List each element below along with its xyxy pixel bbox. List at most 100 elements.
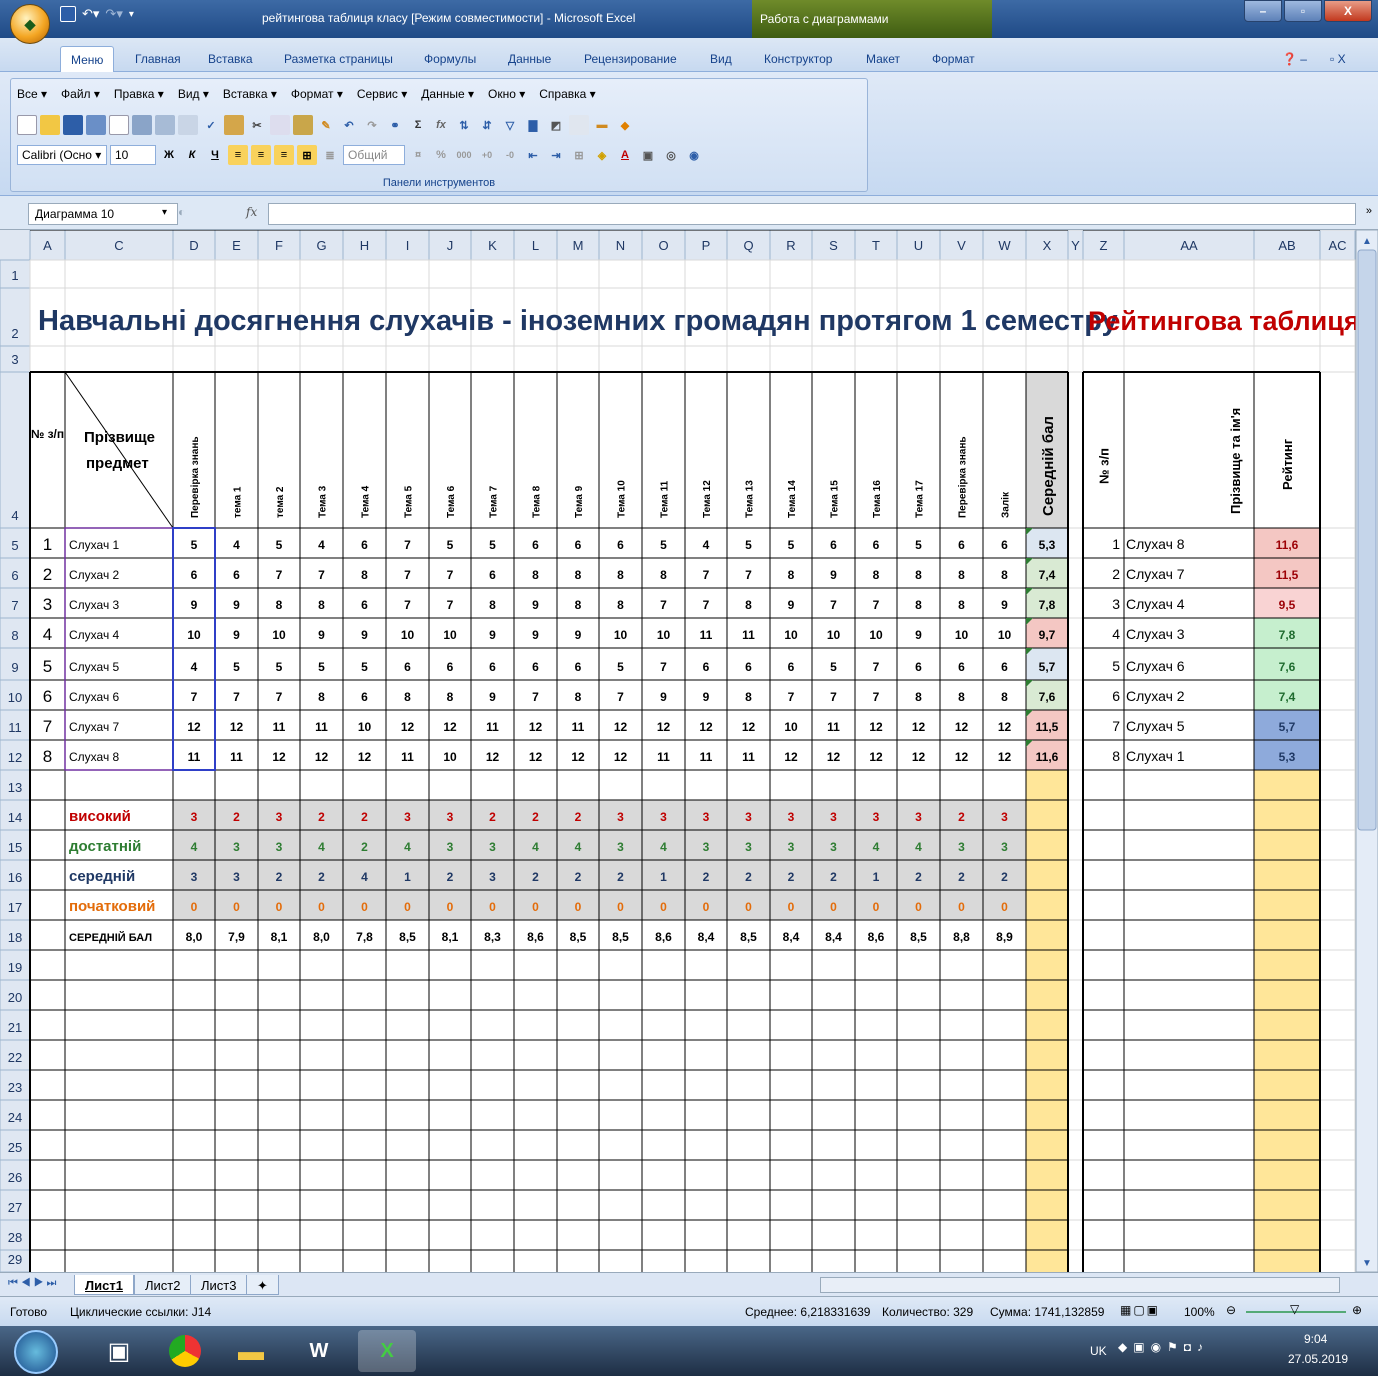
- rating-name[interactable]: Слухач 5: [1126, 718, 1185, 734]
- rating-name[interactable]: Слухач 4: [1126, 596, 1185, 612]
- score-cell[interactable]: 11: [700, 750, 713, 764]
- level-count[interactable]: 0: [660, 900, 667, 914]
- close-button[interactable]: X: [1324, 0, 1372, 22]
- open-icon[interactable]: [40, 115, 60, 135]
- minimize-button[interactable]: –: [1244, 0, 1282, 22]
- menu-help[interactable]: Справка ▾: [539, 87, 595, 101]
- insert-function-icon[interactable]: fx: [431, 115, 451, 135]
- score-cell[interactable]: 12: [272, 750, 286, 764]
- score-cell[interactable]: 8: [873, 568, 880, 582]
- topic-average[interactable]: 8,1: [442, 930, 459, 944]
- score-cell[interactable]: 9: [489, 690, 496, 704]
- score-cell[interactable]: 6: [873, 538, 880, 552]
- score-cell[interactable]: 8: [915, 568, 922, 582]
- sheet-nav-arrows-icon[interactable]: ⏮◀▶⏭: [8, 1277, 59, 1290]
- level-count[interactable]: 3: [276, 840, 283, 854]
- excel-icon[interactable]: X: [358, 1330, 416, 1372]
- expand-formula-icon[interactable]: »: [1366, 205, 1372, 217]
- worksheet-grid[interactable]: A C D E F G H I J K L M N O P Q R S T U V W X Y Z AA AB AC123456789…: [0, 229, 1378, 1273]
- percent-icon[interactable]: %: [431, 145, 451, 165]
- level-count[interactable]: 2: [617, 870, 624, 884]
- rating-name[interactable]: Слухач 8: [1126, 536, 1185, 552]
- score-cell[interactable]: 12: [230, 720, 244, 734]
- score-cell[interactable]: 8: [958, 598, 965, 612]
- score-cell[interactable]: 8: [447, 690, 454, 704]
- score-cell[interactable]: 9: [830, 568, 837, 582]
- level-count[interactable]: 3: [958, 840, 965, 854]
- score-cell[interactable]: 5: [447, 538, 454, 552]
- score-cell[interactable]: 6: [361, 690, 368, 704]
- row-header-cell[interactable]: [0, 371, 31, 529]
- filter-icon[interactable]: ▽: [500, 115, 520, 135]
- score-cell[interactable]: 5: [361, 660, 368, 674]
- level-count[interactable]: 2: [745, 870, 752, 884]
- score-cell[interactable]: 7: [660, 660, 667, 674]
- score-cell[interactable]: 9: [233, 628, 240, 642]
- increase-decimal-icon[interactable]: +0: [477, 145, 497, 165]
- zoom-level[interactable]: 100%: [1184, 1305, 1215, 1319]
- paste-icon[interactable]: [293, 115, 313, 135]
- score-cell[interactable]: 7: [703, 598, 710, 612]
- score-cell[interactable]: 8: [958, 568, 965, 582]
- score-cell[interactable]: 7: [617, 690, 624, 704]
- zoom-in-icon[interactable]: ⊕: [1352, 1303, 1362, 1317]
- topic-average[interactable]: 8,3: [484, 930, 501, 944]
- score-cell[interactable]: 9: [575, 628, 582, 642]
- score-cell[interactable]: 10: [614, 628, 628, 642]
- score-cell[interactable]: 5: [617, 660, 624, 674]
- level-count[interactable]: 3: [745, 810, 752, 824]
- score-cell[interactable]: 10: [998, 628, 1012, 642]
- level-count[interactable]: 0: [233, 900, 240, 914]
- score-cell[interactable]: 6: [489, 660, 496, 674]
- save-icon[interactable]: [63, 115, 83, 135]
- topic-average[interactable]: 8,4: [783, 930, 800, 944]
- score-cell[interactable]: 12: [912, 750, 926, 764]
- score-cell[interactable]: 11: [572, 720, 585, 734]
- level-count[interactable]: 1: [404, 870, 411, 884]
- menu-data[interactable]: Данные ▾: [421, 87, 474, 101]
- score-cell[interactable]: 12: [912, 720, 926, 734]
- print-preview-icon[interactable]: [155, 115, 175, 135]
- score-cell[interactable]: 11: [700, 628, 713, 642]
- score-cell[interactable]: 10: [784, 628, 798, 642]
- score-cell[interactable]: 9: [532, 598, 539, 612]
- score-cell[interactable]: 6: [404, 660, 411, 674]
- level-count[interactable]: 3: [788, 840, 795, 854]
- level-count[interactable]: 0: [489, 900, 496, 914]
- level-count[interactable]: 3: [830, 810, 837, 824]
- level-count[interactable]: 0: [703, 900, 710, 914]
- score-cell[interactable]: 6: [575, 538, 582, 552]
- scroll-down-icon[interactable]: ▼: [1362, 1258, 1372, 1269]
- level-count[interactable]: 2: [318, 870, 325, 884]
- research-icon[interactable]: [178, 115, 198, 135]
- score-cell[interactable]: 5: [830, 660, 837, 674]
- level-count[interactable]: 2: [958, 810, 965, 824]
- score-cell[interactable]: 9: [361, 628, 368, 642]
- score-cell[interactable]: 12: [401, 720, 415, 734]
- level-count[interactable]: 3: [830, 840, 837, 854]
- level-count[interactable]: 4: [361, 870, 368, 884]
- student-average[interactable]: 5,3: [1039, 538, 1056, 552]
- topic-average[interactable]: 7,9: [228, 930, 245, 944]
- level-count[interactable]: 4: [915, 840, 922, 854]
- score-cell[interactable]: 6: [532, 660, 539, 674]
- score-cell[interactable]: 7: [276, 568, 283, 582]
- rating-score[interactable]: 11,5: [1276, 568, 1299, 582]
- bold-button[interactable]: Ж: [159, 145, 179, 165]
- topic-average[interactable]: 8,8: [953, 930, 970, 944]
- score-cell[interactable]: 4: [318, 538, 325, 552]
- level-count[interactable]: 4: [318, 840, 325, 854]
- italic-button[interactable]: К: [182, 145, 202, 165]
- student-name[interactable]: Слухач 2: [69, 568, 120, 582]
- menu-view[interactable]: Вид ▾: [178, 87, 209, 101]
- level-count[interactable]: 3: [489, 870, 496, 884]
- sort-ascending-icon[interactable]: ⇅: [454, 115, 474, 135]
- score-cell[interactable]: 7: [191, 690, 198, 704]
- level-count[interactable]: 3: [276, 810, 283, 824]
- score-cell[interactable]: 7: [276, 690, 283, 704]
- student-average[interactable]: 11,6: [1036, 750, 1059, 764]
- topic-average[interactable]: 8,6: [868, 930, 885, 944]
- score-cell[interactable]: 9: [191, 598, 198, 612]
- level-count[interactable]: 4: [873, 840, 880, 854]
- topic-average[interactable]: 8,5: [740, 930, 757, 944]
